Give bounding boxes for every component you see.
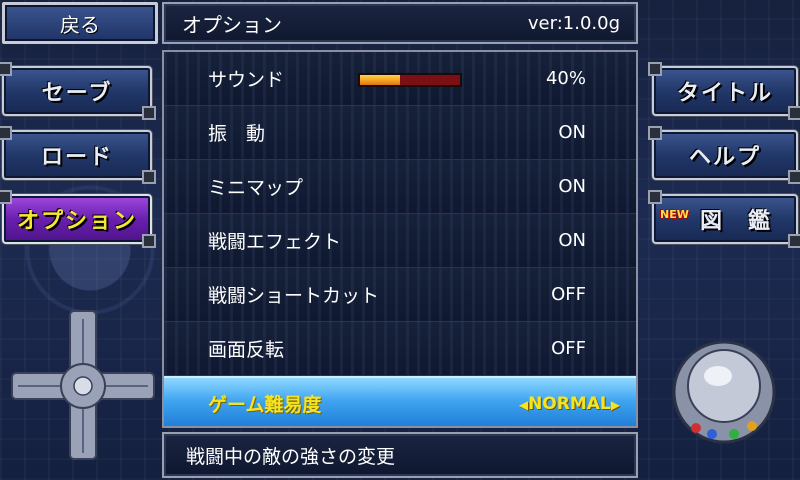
back-button[interactable]: 戻る (2, 2, 158, 44)
description-bar: 戦闘中の敵の強さの変更 (162, 432, 638, 478)
new-badge: NEW (660, 208, 689, 221)
sound-volume-fill (360, 75, 400, 85)
battle-shortcut-label: 戦闘ショートカット (208, 285, 380, 307)
screen-flip-value: OFF (551, 338, 586, 359)
sound-label: サウンド (208, 69, 285, 91)
help-button-label: ヘルプ (688, 145, 761, 170)
battle-effect-label: 戦闘エフェクト (208, 231, 342, 253)
option-row-vibration[interactable]: 振 動 ON (164, 106, 636, 160)
arrow-right-icon[interactable]: ▶ (611, 398, 620, 412)
page-title: オプション (182, 12, 282, 37)
load-button-label: ロード (40, 145, 113, 170)
save-button[interactable]: セーブ (0, 62, 156, 120)
option-button[interactable]: オプション (0, 190, 156, 248)
version-label: ver:1.0.0g (527, 12, 620, 34)
vibration-label: 振 動 (208, 123, 266, 145)
difficulty-value: NORMAL (528, 393, 611, 414)
encyclopedia-button-label: 図 鑑 (699, 209, 772, 234)
difficulty-selector[interactable]: ◀NORMAL▶ (519, 394, 620, 414)
back-button-label: 戻る (60, 12, 100, 37)
battle-shortcut-value: OFF (551, 284, 586, 305)
option-row-screen-flip[interactable]: 画面反転 OFF (164, 322, 636, 376)
option-row-difficulty[interactable]: ゲーム難易度 ◀NORMAL▶ (164, 376, 636, 426)
sound-value: 40% (545, 68, 586, 89)
option-row-minimap[interactable]: ミニマップ ON (164, 160, 636, 214)
options-panel: サウンド 40% 振 動 ON ミニマップ ON 戦闘エフェクト ON 戦闘ショ… (162, 50, 638, 428)
orb-ornament-icon (672, 340, 776, 444)
battle-effect-value: ON (558, 230, 586, 251)
help-button[interactable]: ヘルプ (648, 126, 800, 184)
option-row-sound[interactable]: サウンド 40% (164, 52, 636, 106)
save-button-label: セーブ (41, 81, 113, 106)
title-button[interactable]: タイトル (648, 62, 800, 120)
minimap-label: ミニマップ (208, 177, 304, 199)
encyclopedia-button[interactable]: NEW 図 鑑 (648, 190, 800, 248)
load-button[interactable]: ロード (0, 126, 156, 184)
option-row-battle-effect[interactable]: 戦闘エフェクト ON (164, 214, 636, 268)
description-text: 戦闘中の敵の強さの変更 (186, 445, 396, 468)
sound-volume-bar[interactable] (358, 73, 462, 87)
header-bar: オプション ver:1.0.0g (162, 2, 638, 44)
minimap-value: ON (558, 176, 586, 197)
arrow-left-icon[interactable]: ◀ (519, 398, 528, 412)
option-button-label: オプション (16, 209, 137, 234)
difficulty-label: ゲーム難易度 (208, 394, 322, 416)
option-row-battle-shortcut[interactable]: 戦闘ショートカット OFF (164, 268, 636, 322)
screen-flip-label: 画面反転 (208, 339, 285, 361)
title-button-label: タイトル (676, 81, 773, 106)
vibration-value: ON (558, 122, 586, 143)
cross-emblem-icon (11, 310, 155, 460)
